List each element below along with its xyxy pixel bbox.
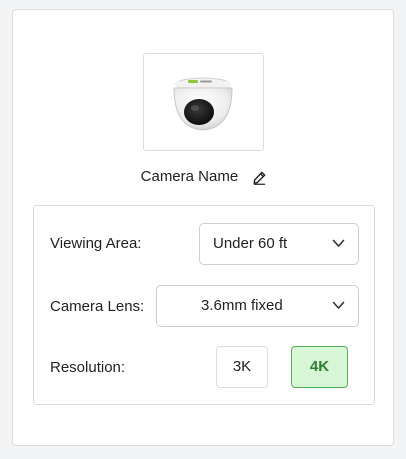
viewing-area-value: Under 60 ft — [213, 235, 288, 252]
camera-lens-label: Camera Lens: — [50, 298, 145, 315]
camera-name: Camera Name — [140, 168, 239, 186]
camera-lens-value: 3.6mm fixed — [201, 297, 283, 314]
viewing-area-select[interactable]: Under 60 ft — [199, 223, 359, 265]
camera-lens-select[interactable]: 3.6mm fixed — [156, 285, 359, 327]
viewing-area-label: Viewing Area: — [50, 235, 142, 252]
dome-camera-icon — [173, 77, 233, 131]
resolution-label: Resolution: — [50, 359, 126, 376]
chevron-down-icon — [332, 301, 345, 309]
resolution-4k-button[interactable]: 4K — [291, 346, 348, 388]
camera-settings-panel: Viewing Area: Under 60 ft Camera Lens: 3… — [33, 205, 375, 405]
chevron-down-icon — [332, 239, 345, 247]
camera-card: Camera Name Viewing Area: Under 60 ft Ca… — [12, 9, 394, 446]
camera-image — [143, 53, 264, 151]
resolution-3k-button[interactable]: 3K — [216, 346, 268, 388]
camera-name-row: Camera Name — [13, 167, 395, 187]
pencil-icon[interactable] — [252, 170, 267, 185]
